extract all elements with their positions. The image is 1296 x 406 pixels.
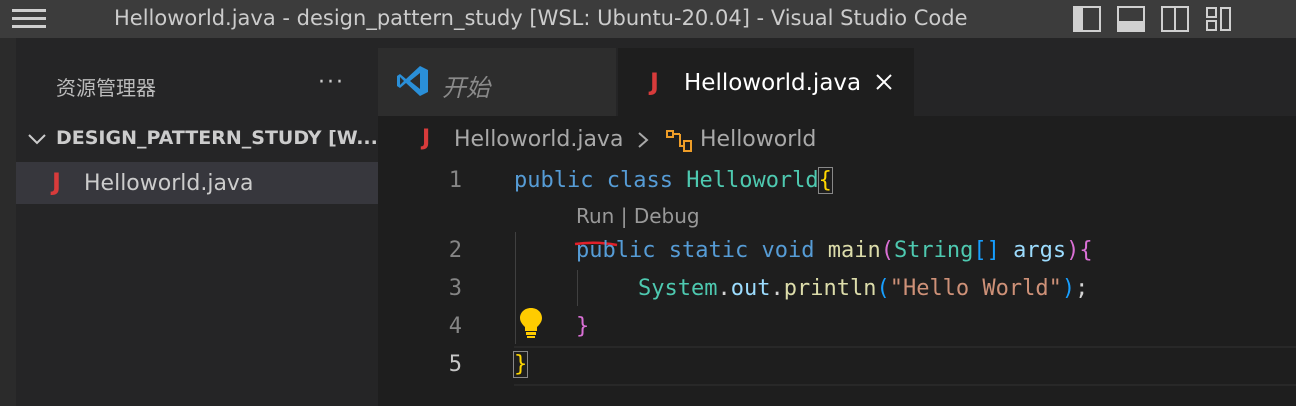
more-actions-icon[interactable]: ···	[318, 70, 345, 95]
tab-start-label[interactable]: 开始	[442, 68, 490, 103]
java-file-icon: J	[422, 126, 431, 151]
codelens: Run | Debug	[576, 204, 700, 228]
java-file-icon: J	[650, 68, 659, 96]
dot: .	[770, 276, 784, 301]
dot: .	[717, 276, 731, 301]
class-name: Helloworld	[686, 168, 819, 193]
brace: }	[512, 351, 529, 378]
method-name: println	[783, 276, 877, 301]
layout-split-editor-icon[interactable]	[1160, 5, 1190, 33]
class-symbol-icon	[664, 126, 694, 154]
paren: (	[876, 276, 890, 301]
keyword: void	[761, 238, 815, 263]
code-line-1[interactable]: public class Helloworld{	[514, 167, 833, 194]
run-codelens[interactable]: Run	[576, 204, 614, 228]
keyword: static	[668, 238, 749, 263]
chevron-right-icon	[634, 128, 652, 152]
indent-guide	[515, 232, 516, 344]
chevron-down-icon[interactable]	[26, 128, 48, 150]
breadcrumb-file[interactable]: Helloworld.java	[454, 127, 623, 152]
brace: {	[1079, 238, 1093, 263]
breadcrumb-symbol[interactable]: Helloworld	[700, 127, 816, 152]
code-line-5[interactable]: }	[512, 351, 529, 378]
activity-bar-edge	[0, 38, 16, 406]
paren: )	[1061, 276, 1076, 301]
debug-codelens[interactable]: Debug	[634, 204, 700, 228]
string-literal: "Hello World"	[889, 276, 1062, 301]
brace: {	[817, 167, 833, 194]
vscode-logo-icon	[396, 64, 430, 98]
line-number: 1	[448, 168, 462, 193]
codelens-separator: |	[614, 204, 634, 228]
type-name: String	[893, 238, 974, 263]
keyword: public	[576, 238, 656, 263]
line-number: 2	[448, 238, 462, 263]
parameter: args	[1013, 238, 1067, 263]
file-item-label[interactable]: Helloworld.java	[84, 171, 253, 196]
keyword: class	[606, 168, 673, 193]
code-line-4[interactable]: }	[576, 314, 589, 339]
lightbulb-icon[interactable]	[518, 306, 544, 340]
layout-toggle-sidebar-icon[interactable]	[1072, 5, 1102, 33]
customize-layout-icon[interactable]	[1204, 5, 1234, 33]
indent-guide	[577, 270, 578, 306]
code-line-3[interactable]: System.out.println("Hello World");	[638, 276, 1088, 301]
brackets: []	[973, 238, 1000, 263]
code-line-2[interactable]: public static void main(String[] args){	[576, 238, 1093, 263]
keyword: public	[514, 168, 594, 193]
class-name: System	[638, 276, 718, 301]
semicolon: ;	[1075, 276, 1089, 301]
method-name: main	[827, 238, 881, 263]
line-number: 3	[448, 276, 462, 301]
explorer-title: 资源管理器	[56, 76, 156, 100]
current-line-highlight	[514, 346, 1296, 386]
close-icon[interactable]	[872, 70, 896, 94]
paren: (	[880, 238, 894, 263]
java-file-icon: J	[52, 168, 61, 196]
window-title: Helloworld.java - design_pattern_study […	[114, 6, 968, 30]
line-number: 4	[448, 314, 462, 339]
tab-helloworld-label[interactable]: Helloworld.java	[684, 70, 861, 96]
menu-icon[interactable]	[12, 9, 46, 29]
field-name: out	[730, 276, 771, 301]
line-number: 5	[448, 352, 462, 377]
paren: )	[1066, 238, 1080, 263]
layout-toggle-panel-icon[interactable]	[1116, 5, 1146, 33]
folder-label[interactable]: DESIGN_PATTERN_STUDY [W...	[56, 127, 378, 149]
brace: }	[576, 314, 590, 339]
